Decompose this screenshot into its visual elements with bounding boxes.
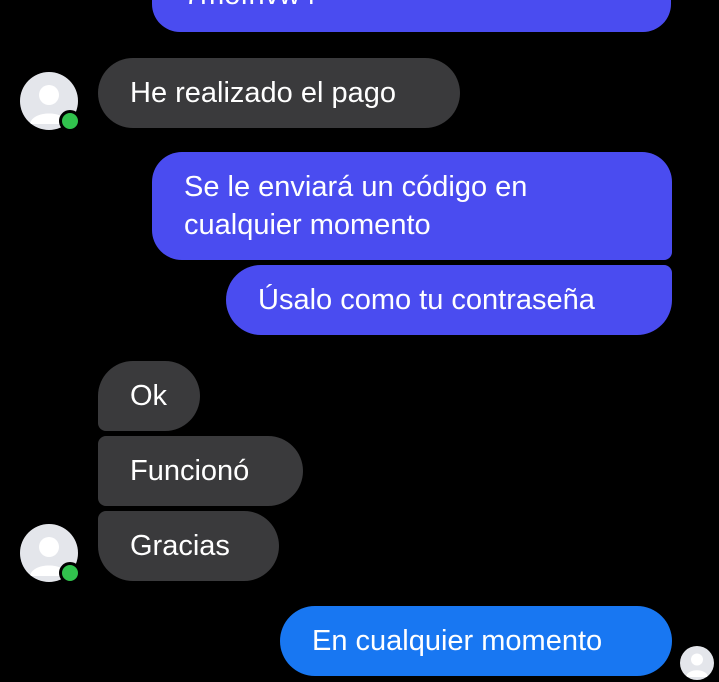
online-status-icon — [59, 110, 81, 132]
message-text: Gracias — [130, 530, 230, 562]
message-text: Úsalo como tu contraseña — [258, 284, 595, 316]
incoming-message[interactable]: Gracias — [98, 511, 279, 581]
seen-receipt-icon — [680, 646, 714, 680]
message-text: 7mofnvw4 — [184, 0, 316, 14]
message-text: Funcionó — [130, 455, 250, 487]
incoming-message[interactable]: Ok — [98, 361, 200, 431]
message-text: Ok — [130, 380, 168, 412]
message-text-line-1: Se le enviará un código en — [184, 171, 528, 203]
incoming-message[interactable]: He realizado el pago — [98, 58, 460, 128]
message-text-line-2: cualquier momento — [184, 209, 431, 241]
outgoing-message-partial[interactable]: 7mofnvw4 — [152, 0, 671, 32]
online-status-icon — [59, 562, 81, 584]
incoming-message[interactable]: Funcionó — [98, 436, 303, 506]
message-text: En cualquier momento — [312, 625, 603, 657]
message-text: He realizado el pago — [130, 77, 397, 109]
outgoing-message[interactable]: En cualquier momento — [280, 606, 672, 676]
outgoing-message[interactable]: Úsalo como tu contraseña — [226, 265, 672, 335]
outgoing-message[interactable]: Se le enviará un código en cualquier mom… — [152, 152, 672, 260]
chat-thread: 7mofnvw4 He realizado el pago Se le envi… — [0, 0, 719, 682]
